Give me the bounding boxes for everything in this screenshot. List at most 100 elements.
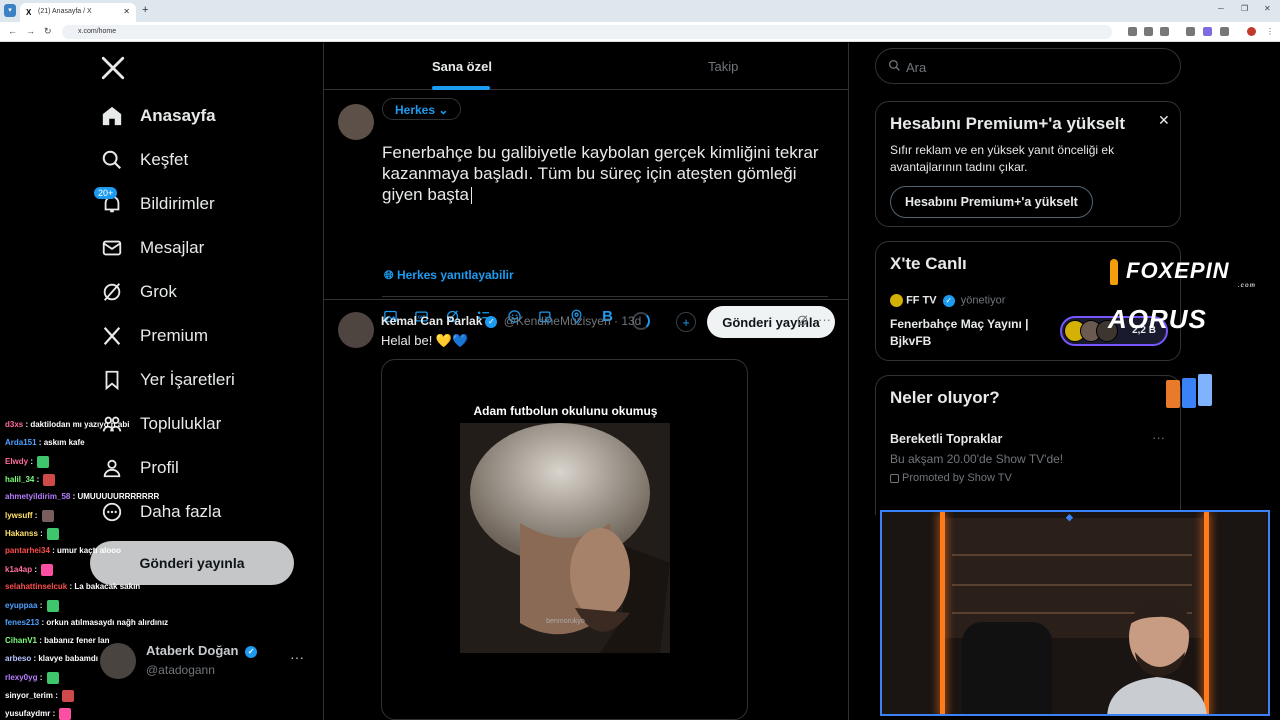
close-tab-icon[interactable]: ✕ xyxy=(123,7,130,16)
chat-separator: : xyxy=(32,565,40,575)
chat-emote-icon xyxy=(41,510,54,522)
chat-emote-icon xyxy=(41,564,54,576)
tab-for-you[interactable]: Sana özel xyxy=(432,59,492,74)
chat-text: orkun atılmasaydı nağh alırdınız xyxy=(46,618,169,627)
chat-emote-icon xyxy=(46,600,59,612)
chat-username: Hakanss xyxy=(5,529,38,539)
webcam-shelf xyxy=(952,554,1192,556)
search-icon xyxy=(888,59,901,75)
post-author[interactable]: Kemal Can Parlak xyxy=(381,314,482,328)
home-icon xyxy=(100,104,124,128)
chat-username: lywsuff xyxy=(5,511,33,521)
avatar[interactable] xyxy=(338,312,374,348)
webcam-overlay: ◆ xyxy=(880,510,1270,716)
post-time[interactable]: · 13d xyxy=(614,314,641,328)
reply-setting[interactable]: 🌐︎ Herkes yanıtlayabilir xyxy=(384,268,514,283)
zoom-icon[interactable] xyxy=(1144,27,1153,36)
address-bar: ← → ↻ x.com/home ⋮ xyxy=(0,22,1280,42)
chat-message: fenes213 : orkun atılmasaydı nağh alırdı… xyxy=(5,618,168,627)
live-stream-title[interactable]: Fenerbahçe Maç Yayını | BjkvFB xyxy=(890,316,1050,350)
bookmark-star-icon[interactable] xyxy=(1160,27,1169,36)
tab-following[interactable]: Takip xyxy=(708,59,738,74)
webcam-streamer xyxy=(1107,600,1207,714)
trends-title: Neler oluyor? xyxy=(890,388,1000,407)
audience-label: Herkes xyxy=(395,103,436,117)
tab-search-icon[interactable]: ▾ xyxy=(4,4,16,17)
premium-upgrade-button[interactable]: Hesabını Premium+'a yükselt xyxy=(890,186,1093,218)
chat-emote-icon xyxy=(47,528,60,540)
menu-dots-icon[interactable]: ⋮ xyxy=(1266,27,1274,36)
forward-icon[interactable]: → xyxy=(26,26,35,36)
chat-emote-icon xyxy=(46,672,59,684)
nav-premium[interactable]: Premium xyxy=(100,322,208,350)
chat-text: La bakacak sakın xyxy=(74,582,141,591)
extension-icon[interactable] xyxy=(1203,27,1212,36)
x-logo-icon[interactable] xyxy=(100,55,126,81)
extension-icon[interactable] xyxy=(1128,27,1137,36)
restore-icon[interactable]: ❐ xyxy=(1241,4,1248,13)
webcam-shelf xyxy=(952,584,1192,586)
live-title: X'te Canlı xyxy=(890,254,967,273)
chat-text: babanız fener lan xyxy=(44,636,110,645)
chat-text: umur kaçtı alooo xyxy=(57,546,122,555)
live-host[interactable]: FF TV ✓ yönetiyor xyxy=(890,294,1005,307)
trend-subtitle: Bu akşam 20.00'de Show TV'de! xyxy=(890,452,1064,466)
chat-message: Arda151 : askım kafe xyxy=(5,438,85,447)
x-icon xyxy=(100,324,124,348)
search-placeholder: Ara xyxy=(906,60,927,75)
chat-username: d3xs xyxy=(5,420,24,429)
chat-message: lywsuff : xyxy=(5,510,54,522)
extensions-puzzle-icon[interactable] xyxy=(1220,27,1229,36)
post[interactable]: Kemal Can Parlak ✓ @KendineMuzisyen · 13d… xyxy=(324,300,849,720)
text-cursor xyxy=(470,187,472,205)
back-icon[interactable]: ← xyxy=(8,26,17,36)
post-handle[interactable]: @KendineMuzisyen xyxy=(504,314,611,328)
close-icon[interactable]: ✕ xyxy=(1158,112,1170,129)
bookmark-icon xyxy=(100,368,124,392)
chat-text: klavye babamdı xyxy=(38,654,98,663)
chat-separator: : xyxy=(32,511,40,521)
chat-separator: : xyxy=(37,529,46,539)
trend-more-icon[interactable]: ··· xyxy=(1152,430,1165,445)
post-more-icon[interactable]: ··· xyxy=(818,312,831,327)
new-tab-icon[interactable]: + xyxy=(142,4,148,16)
chat-separator: : xyxy=(49,546,58,555)
chat-message: CihanV1 : babanız fener lan xyxy=(5,636,109,645)
stream-chat-overlay: d3xs : daktilodan mı yazıyo n abi Arda151… xyxy=(0,415,320,720)
window-close-icon[interactable]: ✕ xyxy=(1264,4,1271,13)
url-field[interactable]: x.com/home xyxy=(62,25,1112,39)
chat-separator: : xyxy=(37,601,45,611)
post-media[interactable]: Adam futbolun okulunu okumuş benmorukyo xyxy=(381,359,748,720)
nav-messages[interactable]: Mesajlar xyxy=(100,234,204,262)
foxepin-logo: FOXEPIN .com xyxy=(1110,258,1255,289)
nav-bookmarks[interactable]: Yer İşaretleri xyxy=(100,366,235,394)
reload-icon[interactable]: ↻ xyxy=(44,26,52,37)
trend-topic[interactable]: Bereketli Topraklar xyxy=(890,432,1002,446)
grok-icon[interactable] xyxy=(796,314,809,330)
chat-emote-icon xyxy=(62,690,75,702)
chat-message: Elwdy : xyxy=(5,456,50,468)
profile-avatar-icon[interactable] xyxy=(1247,27,1256,36)
nav-notifications[interactable]: Bildirimler xyxy=(100,190,215,218)
nav-grok[interactable]: Grok xyxy=(100,278,177,306)
audience-selector[interactable]: Herkes ⌄ xyxy=(382,98,462,120)
avatar[interactable] xyxy=(338,104,374,140)
minimize-icon[interactable]: ─ xyxy=(1218,4,1224,13)
webcam-chair xyxy=(962,622,1052,714)
browser-tab[interactable]: X (21) Anasayfa / X ✕ xyxy=(20,3,136,22)
chat-emote-icon xyxy=(37,456,50,468)
chat-username: arbeso xyxy=(5,654,32,663)
verified-badge-icon: ✓ xyxy=(485,315,498,328)
nav-label: Mesajlar xyxy=(140,238,205,257)
divider xyxy=(382,296,828,297)
search-input[interactable]: Ara xyxy=(875,48,1181,84)
promoted-label: Promoted by Show TV xyxy=(902,472,1012,484)
mail-icon xyxy=(100,236,124,260)
chat-emote-icon xyxy=(43,474,56,486)
webcam-neon-light xyxy=(940,512,945,714)
extension-icon[interactable] xyxy=(1186,27,1195,36)
post-text: Helal be! 💛💙 xyxy=(381,333,469,348)
nav-explore[interactable]: Keşfet xyxy=(100,146,188,174)
nav-home[interactable]: Anasayfa xyxy=(100,102,216,130)
compose-textarea[interactable]: Fenerbahçe bu galibiyetle kaybolan gerçe… xyxy=(382,142,822,205)
